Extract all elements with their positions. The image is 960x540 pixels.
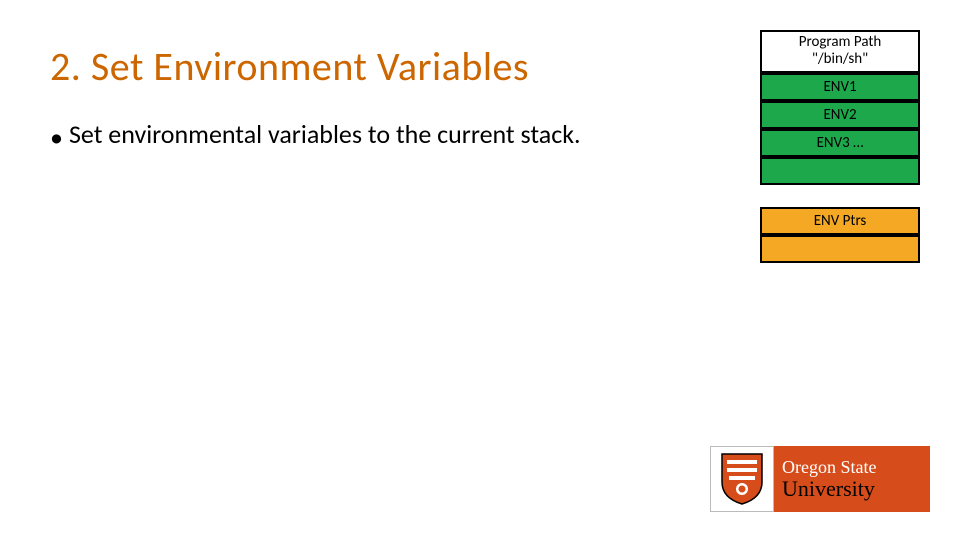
osu-logo-line2: University [782, 478, 930, 500]
osu-logo: Oregon State University [710, 446, 930, 512]
stack-cell-blank2 [760, 235, 920, 263]
bullet-dot: • [50, 121, 63, 153]
bullet-text: Set environmental variables to the curre… [69, 118, 581, 150]
slide-title: 2. Set Environment Variables [50, 42, 529, 91]
program-path-label: Program Path [764, 34, 916, 51]
stack-cell-program-path: Program Path "/bin/sh" [760, 30, 920, 73]
osu-logo-line1: Oregon State [782, 458, 930, 476]
stack-cell-env3: ENV3 … [760, 129, 920, 157]
stack-gap [760, 185, 920, 207]
bullet-item: •Set environmental variables to the curr… [50, 118, 581, 153]
osu-logo-text: Oregon State University [774, 446, 930, 512]
stack-diagram: Program Path "/bin/sh" ENV1 ENV2 ENV3 … … [760, 30, 920, 263]
stack-cell-blank1 [760, 157, 920, 185]
shield-svg-icon [719, 452, 765, 506]
stack-cell-env1: ENV1 [760, 73, 920, 101]
stack-cell-env-ptrs: ENV Ptrs [760, 207, 920, 235]
program-path-value: "/bin/sh" [764, 51, 916, 68]
stack-cell-env2: ENV2 [760, 101, 920, 129]
osu-shield-icon [710, 446, 774, 512]
